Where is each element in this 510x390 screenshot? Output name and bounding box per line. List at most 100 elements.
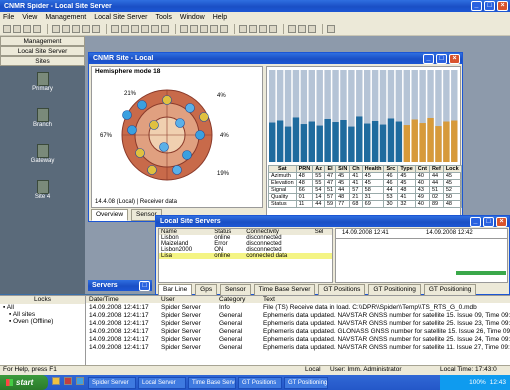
satellite-marker[interactable] [182,150,192,160]
paste-icon[interactable] [72,24,80,33]
signal-table-column-header[interactable]: Health [361,165,385,173]
task-spider-server[interactable]: Spider Server [88,377,136,389]
satellite-marker[interactable] [149,120,159,130]
task-time-base-server[interactable]: Time Base Server [188,377,236,389]
satellite-marker[interactable] [199,112,209,122]
signal-table-column-header[interactable]: Type [397,165,416,173]
skyplot-chart[interactable]: 21% 4% 4% 19% 67% [92,75,262,190]
satellite-marker[interactable] [185,103,195,113]
sidebar-item-primary[interactable]: Primary [0,72,85,108]
lss-row[interactable]: Lisa online connected data [159,253,332,259]
undo-icon[interactable] [82,24,90,33]
minimize-icon[interactable]: _ [423,53,434,64]
cascade-icon[interactable] [298,24,306,33]
tree-node-all-sites[interactable]: ▪ All sites [0,311,85,318]
menu-help[interactable]: Help [213,14,227,21]
sidebar-button-sites[interactable]: Sites [0,56,85,66]
zoom-out-icon[interactable] [249,24,257,33]
satellite-marker[interactable] [195,130,205,140]
new-icon[interactable] [3,24,11,33]
task-gt-positioning[interactable]: GT Positioning [284,377,328,389]
tray-zoom[interactable]: 100% [469,379,486,386]
close-icon[interactable]: × [496,216,507,227]
satellite-marker[interactable] [137,100,147,110]
quicklaunch-icon[interactable] [76,377,84,385]
window-icon[interactable] [308,24,316,33]
menu-management[interactable]: Management [45,14,86,21]
log-row[interactable]: 14.09.2008 12:41:17 Spider Server General E… [86,319,510,327]
quicklaunch-icon[interactable] [64,377,72,385]
minimize-icon[interactable]: _ [471,1,482,11]
satellite-marker[interactable] [147,165,157,175]
signal-table-column-header[interactable]: Lock [442,165,462,173]
refresh-icon[interactable] [220,24,228,33]
antenna-icon[interactable] [121,24,129,33]
menu-tools[interactable]: Tools [156,14,172,21]
satellite-marker[interactable] [172,165,182,175]
satellite-marker[interactable] [159,142,169,152]
start-button[interactable]: start [0,375,48,390]
maximize-icon[interactable]: □ [484,1,495,11]
signal-table-column-header[interactable]: El [323,165,337,173]
satellite-marker[interactable] [162,95,172,105]
signal-table-column-header[interactable]: S/N [335,165,351,173]
satellite-marker[interactable] [135,148,145,158]
log-row[interactable]: 14.09.2008 12:41:17 Spider Server General E… [86,327,510,335]
open-icon[interactable] [13,24,21,33]
tab-overview[interactable]: Overview [91,209,129,221]
tile-icon[interactable] [288,24,296,33]
satellite-marker[interactable] [122,110,132,120]
menu-window[interactable]: Window [180,14,205,21]
help-icon[interactable] [327,24,335,33]
sidebar-item-site-4[interactable]: Site 4 [0,180,85,216]
column-header-category[interactable]: Category [216,296,260,303]
task-gt-positions[interactable]: GT Positions [238,377,282,389]
signal-table-column-header[interactable]: PRN [295,165,314,173]
signal-table-column-header[interactable]: Sat [268,165,297,173]
maximize-icon[interactable]: □ [483,216,494,227]
save-icon[interactable] [23,24,31,33]
tree-node-all[interactable]: ▪ All [0,304,85,311]
signal-table-column-header[interactable]: Ch [349,165,363,173]
menu-view[interactable]: View [22,14,37,21]
maximize-icon[interactable]: □ [436,53,447,64]
status-icon[interactable] [141,24,149,33]
signal-icon[interactable] [131,24,139,33]
print-icon[interactable] [33,24,41,33]
log-row[interactable]: 14.09.2008 12:41:17 Spider Server Info File… [86,303,510,311]
signal-table-column-header[interactable]: Ref [428,165,444,173]
forward-icon[interactable] [210,24,218,33]
play-icon[interactable] [180,24,188,33]
menu-file[interactable]: File [3,14,14,21]
close-icon[interactable]: × [497,1,508,11]
filter-icon[interactable] [269,24,277,33]
signal-table-column-header[interactable]: Cnt [414,165,430,173]
servers-bar[interactable]: Servers □ [88,280,152,291]
tree-node-oven[interactable]: ▪ Oven (Offline) [0,318,85,325]
satellite-marker[interactable] [175,118,185,128]
signal-table-column-header[interactable]: Src [383,165,399,173]
warning-icon[interactable] [151,24,159,33]
sidebar-button-management[interactable]: Management [0,36,85,46]
sidebar-button-local-site-server[interactable]: Local Site Server [0,46,85,56]
column-header-datetime[interactable]: Date/Time [86,296,158,303]
rewind-icon[interactable] [200,24,208,33]
cut-icon[interactable] [52,24,60,33]
signal-bar-chart[interactable] [267,68,460,163]
signal-table-column-header[interactable]: Az [312,165,325,173]
column-header-user[interactable]: User [158,296,216,303]
log-row[interactable]: 14.09.2008 12:41:17 Spider Server General E… [86,311,510,319]
menu-local-site-server[interactable]: Local Site Server [94,14,147,21]
redo-icon[interactable] [92,24,100,33]
quicklaunch-icon[interactable] [52,377,60,385]
copy-icon[interactable] [62,24,70,33]
info-icon[interactable] [161,24,169,33]
close-icon[interactable]: × [449,53,460,64]
find-icon[interactable] [259,24,267,33]
minimize-icon[interactable]: _ [470,216,481,227]
task-local-server[interactable]: Local Server [138,377,186,389]
stop-icon[interactable] [190,24,198,33]
satellite-marker[interactable] [127,125,137,135]
zoom-in-icon[interactable] [239,24,247,33]
column-header-text[interactable]: Text [260,296,510,303]
